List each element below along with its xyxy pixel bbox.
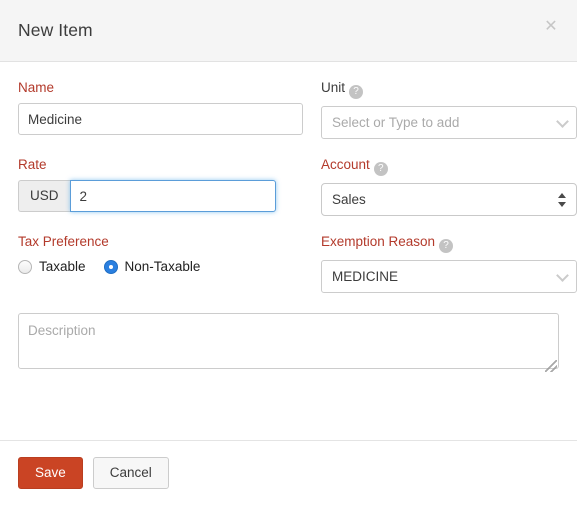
unit-label: Unit? [321, 80, 577, 99]
cancel-button[interactable]: Cancel [92, 457, 169, 489]
radio-taxable[interactable]: Taxable [18, 259, 86, 274]
form-row-2: Rate USD Account? Sales [18, 157, 577, 234]
unit-label-text: Unit [321, 80, 346, 95]
radio-non-taxable-label: Non-Taxable [124, 259, 201, 274]
exemption-reason-label: Exemption Reason? [321, 234, 577, 253]
form-row-3: Tax Preference Taxable Non-Taxable Exemp… [18, 234, 577, 311]
save-button[interactable]: Save [18, 457, 83, 489]
rate-input[interactable] [69, 180, 276, 212]
help-circle-icon[interactable]: ? [373, 162, 388, 176]
field-exemption-reason: Exemption Reason? MEDICINE [321, 234, 577, 293]
field-name: Name [18, 80, 303, 135]
tax-preference-label: Tax Preference [18, 234, 109, 249]
unit-dropdown[interactable]: Select or Type to add [321, 106, 577, 139]
form-row-1: Name Unit? Select or Type to add [18, 80, 577, 157]
description-wrapper [18, 313, 559, 374]
exemption-reason-dropdown[interactable]: MEDICINE [321, 260, 577, 293]
help-circle-icon[interactable]: ? [349, 85, 364, 99]
field-rate: Rate USD [18, 157, 303, 212]
chevron-down-icon [556, 268, 569, 282]
account-select[interactable]: Sales [321, 183, 577, 216]
dialog-footer: Save Cancel [0, 440, 577, 505]
name-input[interactable] [18, 103, 303, 135]
rate-label: Rate [18, 157, 47, 172]
account-select-value: Sales [332, 192, 366, 207]
tax-preference-options: Taxable Non-Taxable [18, 257, 303, 274]
currency-addon: USD [18, 180, 70, 212]
field-tax-preference: Tax Preference Taxable Non-Taxable [18, 234, 303, 274]
exemption-reason-value: MEDICINE [332, 269, 399, 284]
field-account: Account? Sales [321, 157, 577, 216]
unit-dropdown-value: Select or Type to add [332, 115, 460, 130]
radio-non-taxable[interactable]: Non-Taxable [103, 259, 201, 274]
description-textarea[interactable] [18, 313, 559, 369]
form-row-4 [18, 313, 559, 374]
account-label-text: Account [321, 157, 370, 172]
dialog-header: New Item ✕ [0, 0, 577, 62]
name-label: Name [18, 80, 55, 95]
field-unit: Unit? Select or Type to add [321, 80, 577, 139]
rate-input-group: USD [18, 180, 276, 212]
radio-icon [18, 259, 32, 274]
new-item-dialog: New Item ✕ Name Unit? Select or Type to … [0, 0, 577, 505]
radio-selected-icon [103, 259, 118, 274]
chevron-down-icon [556, 114, 569, 128]
dialog-title: New Item [18, 20, 93, 40]
help-circle-icon[interactable]: ? [439, 239, 454, 253]
radio-taxable-label: Taxable [39, 259, 86, 274]
exemption-reason-label-text: Exemption Reason [321, 234, 436, 249]
select-arrows-icon [558, 192, 567, 208]
dialog-body: Name Unit? Select or Type to add [0, 62, 577, 440]
close-icon[interactable]: ✕ [541, 17, 561, 37]
account-label: Account? [321, 157, 577, 176]
